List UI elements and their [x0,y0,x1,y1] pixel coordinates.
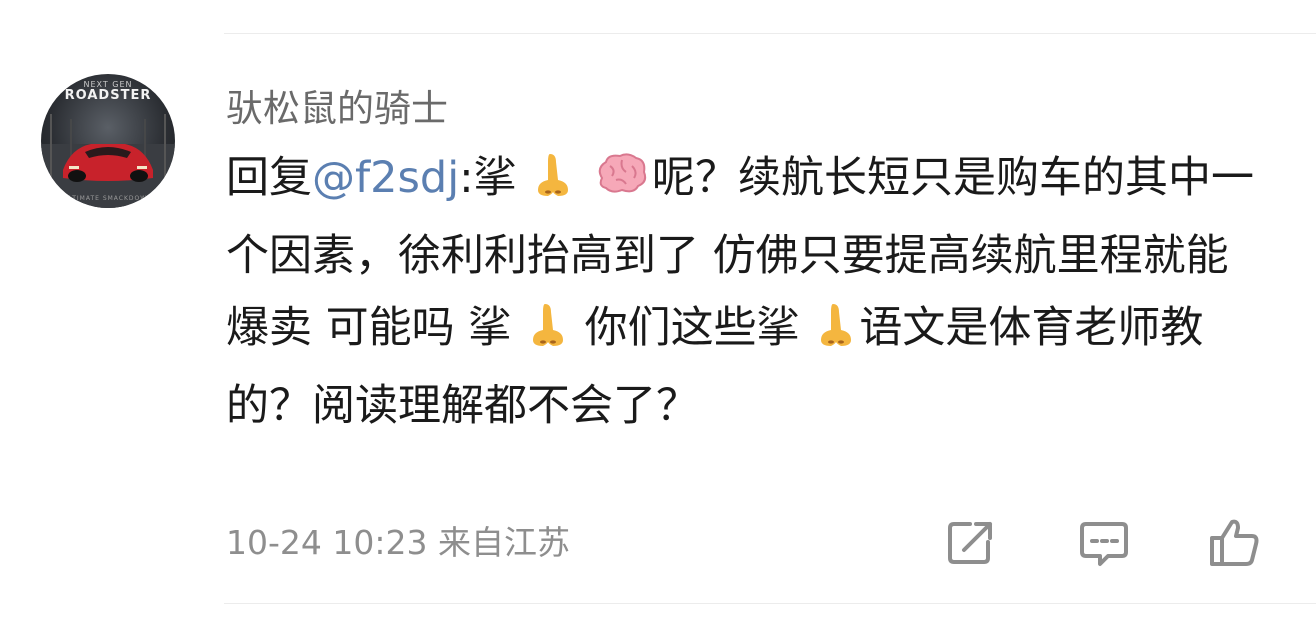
nose-emoji [534,148,572,220]
divider-bottom [224,603,1316,604]
comment-text: 回复@f2sdj:挲 呢？续航长短只是购车的其中一个因素，徐利利抬高到了 仿佛只… [226,142,1256,442]
comment-part1: :挲 [459,153,517,203]
comment-icon[interactable] [1078,516,1130,568]
reply-prefix: 回复 [226,153,312,203]
post-date: 10-24 10:23 [226,523,428,562]
divider-top [224,33,1316,34]
username[interactable]: 驮松鼠的骑士 [226,78,448,132]
post-meta: 10-24 10:23 来自江苏 [226,516,570,564]
brain-emoji [594,148,648,220]
post-location: 来自江苏 [437,523,570,562]
like-icon[interactable] [1208,516,1260,568]
avatar-brand: ROADSTER [64,88,152,103]
mention-link[interactable]: @f2sdj [312,153,459,203]
nose-emoji-2 [529,298,567,370]
action-bar [940,516,1270,568]
nose-emoji-3 [817,298,855,370]
avatar[interactable]: NEXT GEN ROADSTER ULTIMATE SMACKDOWN [41,74,175,208]
comment-part3: 你们这些挲 [571,303,800,353]
share-icon[interactable] [944,516,996,568]
avatar-brand-bottom: ULTIMATE SMACKDOWN [63,195,153,202]
